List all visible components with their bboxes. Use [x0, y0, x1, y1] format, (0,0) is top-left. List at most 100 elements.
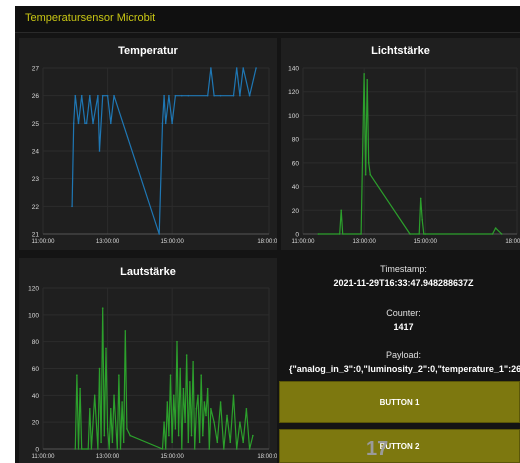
loudness-data-point [206, 387, 209, 390]
temperature-data-point [92, 122, 94, 125]
loudness-data-point [235, 448, 238, 450]
light-y-tick-label: 120 [288, 89, 299, 96]
temperature-x-tick-label: 15:00:00 [160, 239, 184, 245]
loudness-data-point [205, 414, 207, 417]
loudness-data-point [252, 434, 254, 437]
temperature-x-tick-label: 18:00:00 [257, 239, 277, 245]
loudness-data-point [100, 441, 102, 444]
payload-label: Payload: [385, 350, 422, 360]
loudness-data-point [119, 448, 122, 450]
light-data-point [338, 233, 341, 235]
loudness-data-point [110, 407, 112, 410]
temperature-data-point [164, 122, 167, 125]
loudness-y-tick-label: 100 [28, 312, 39, 319]
temperature-data-point [181, 94, 183, 97]
overlay-glyph: 17 [366, 438, 389, 460]
light-data-point [367, 162, 370, 164]
temperature-data-point [98, 150, 101, 152]
temperature-data-point [97, 94, 99, 97]
light-data-point [418, 233, 420, 235]
light-data-point [317, 233, 320, 235]
temperature-data-point [171, 122, 173, 125]
loudness-data-point [185, 354, 188, 356]
temperature-x-tick-label: 11:00:00 [32, 239, 56, 245]
loudness-data-point [169, 374, 172, 377]
loudness-data-point [229, 441, 232, 444]
temperature-chart: 21 22 23 24 25 26 27 11:00:00 13:00:00 15:00:00 18… [32, 66, 277, 246]
loudness-data-point [197, 394, 199, 397]
loudness-data-point [184, 421, 186, 423]
loudness-data-point [106, 428, 109, 430]
temperature-data-point [106, 94, 109, 97]
loudness-data-point [213, 421, 215, 423]
temperature-data-point [80, 94, 83, 97]
loudness-data-point [179, 367, 182, 370]
temperature-data-point [174, 94, 177, 97]
loudness-data-point [219, 401, 222, 403]
loudness-data-point [121, 401, 123, 403]
light-data-point [419, 197, 422, 200]
payload-value: {"analog_in_3":0,"luminosity_2":0,"tempe… [289, 364, 520, 374]
light-data-point [369, 173, 372, 176]
loudness-data-point [198, 441, 201, 444]
loudness-data-point [108, 448, 110, 450]
light-data-point [341, 233, 344, 235]
loudness-x-tick-label: 11:00:00 [32, 454, 56, 460]
light-data-point [366, 79, 368, 81]
temperature-y-tick-label: 25 [32, 121, 40, 128]
loudness-x-tick-label: 18:00:00 [257, 454, 277, 460]
loudness-y-tick-label: 40 [32, 393, 40, 400]
light-data-point [421, 218, 424, 221]
counter-label: Counter: [386, 308, 421, 318]
temperature-y-tick-label: 22 [32, 204, 40, 211]
loudness-data-point [245, 407, 248, 410]
temperature-data-point [74, 94, 77, 97]
button-2[interactable]: BUTTON 2 [279, 429, 520, 463]
loudness-data-point [216, 441, 219, 444]
loudness-data-point [172, 394, 175, 397]
temperature-data-point [110, 122, 112, 125]
temperature-data-point [71, 205, 73, 208]
loudness-data-point [248, 448, 251, 450]
temperature-data-point [89, 94, 91, 97]
loudness-data-point [177, 434, 180, 437]
loudness-data-point [181, 448, 183, 450]
temperature-data-point [187, 94, 190, 97]
light-data-point [340, 209, 343, 212]
temperature-data-point [161, 122, 164, 125]
loudness-data-point [116, 448, 119, 450]
loudness-y-tick-label: 0 [35, 447, 39, 454]
dashboard: Temperatursensor Microbit Temperatur 21 2… [15, 6, 520, 463]
light-data-point [500, 233, 503, 235]
temperature-data-point [72, 122, 75, 125]
counter-block: Counter: 1417 [287, 308, 520, 332]
temperature-data-point [255, 67, 257, 69]
light-y-tick-label: 40 [292, 184, 300, 191]
loudness-data-point [111, 441, 114, 444]
button-1[interactable]: BUTTON 1 [279, 381, 520, 423]
loudness-data-point [174, 428, 177, 430]
payload-block: Payload: {"analog_in_3":0,"luminosity_2"… [287, 350, 520, 374]
loudness-data-point [126, 428, 128, 430]
loudness-data-point [164, 448, 167, 450]
loudness-data-point [210, 407, 212, 410]
light-x-tick-label: 11:00:00 [292, 239, 316, 245]
loudness-data-point [168, 434, 170, 437]
loudness-data-point [223, 448, 225, 450]
loudness-data-point [105, 347, 107, 350]
loudness-data-point [79, 387, 81, 390]
loudness-series-line [74, 307, 254, 450]
light-data-point [491, 233, 494, 235]
loudness-data-point [176, 340, 178, 343]
loudness-data-point [90, 448, 93, 450]
temperature-data-point [85, 122, 88, 125]
loudness-data-point [182, 387, 185, 390]
temperature-y-tick-label: 23 [32, 176, 40, 183]
timestamp-label: Timestamp: [380, 264, 427, 274]
temperature-data-point [158, 233, 161, 235]
light-y-tick-label: 60 [292, 160, 300, 167]
temperature-data-point [101, 94, 104, 97]
loudness-data-point [200, 374, 202, 377]
temperature-data-point [248, 94, 251, 97]
temperature-panel: Temperatur 21 22 23 24 25 26 27 11:00:00 13:00:0… [19, 38, 277, 250]
